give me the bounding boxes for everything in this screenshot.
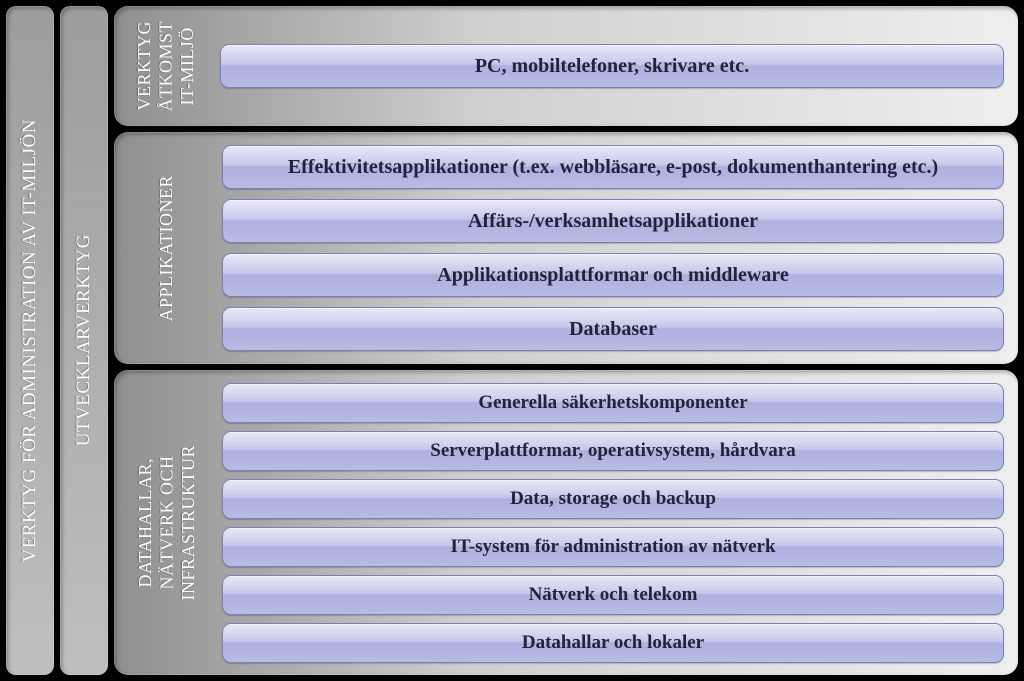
- item-server-platforms: Serverplattformar, operativsystem, hårdv…: [222, 431, 1004, 471]
- item-label: Serverplattformar, operativsystem, hårdv…: [430, 440, 796, 462]
- section-label-infrastructure: DATAHALLAR,NÄTVERK OCHINFRASTRUKTUR: [122, 380, 212, 665]
- item-label: Generella säkerhetskomponenter: [478, 392, 747, 414]
- item-data-storage: Data, storage och backup: [222, 479, 1004, 519]
- section-label-text: APPLIKATIONER: [156, 175, 178, 322]
- section-applications: APPLIKATIONER Effektivitetsapplikationer…: [114, 132, 1018, 364]
- item-label: IT-system för administration av nätverk: [450, 536, 775, 558]
- item-app-platforms: Applikationsplattformar och middleware: [222, 253, 1004, 297]
- item-network-admin: IT-system för administration av nätverk: [222, 527, 1004, 567]
- section-access: VERKTYGÅTKOMSTIT-MILJÖ PC, mobiltelefone…: [114, 6, 1018, 126]
- item-business-apps: Affärs-/verksamhetsapplikationer: [222, 199, 1004, 243]
- vertical-column-admin-tools: VERKTYG FÖR ADMINISTRATION AV IT-MILJÖN: [6, 6, 54, 675]
- section-content-applications: Effektivitetsapplikationer (t.ex. webblä…: [222, 142, 1004, 354]
- item-efficiency-apps: Effektivitetsapplikationer (t.ex. webblä…: [222, 145, 1004, 189]
- item-datacenters: Datahallar och lokaler: [222, 623, 1004, 663]
- section-label-access: VERKTYGÅTKOMSTIT-MILJÖ: [122, 16, 210, 116]
- item-databases: Databaser: [222, 307, 1004, 351]
- vertical-column-label: UTVECKLARVERKTYG: [73, 222, 95, 458]
- section-label-applications: APPLIKATIONER: [122, 142, 212, 354]
- item-label: Nätverk och telekom: [529, 584, 698, 606]
- diagram-canvas: VERKTYG FÖR ADMINISTRATION AV IT-MILJÖN …: [0, 0, 1024, 681]
- item-label: Affärs-/verksamhetsapplikationer: [468, 210, 758, 233]
- section-infrastructure: DATAHALLAR,NÄTVERK OCHINFRASTRUKTUR Gene…: [114, 370, 1018, 675]
- item-label: Datahallar och lokaler: [522, 632, 704, 654]
- item-pc-devices: PC, mobiltelefoner, skrivare etc.: [220, 44, 1004, 88]
- item-label: Databaser: [569, 318, 657, 341]
- item-label: Applikationsplattformar och middleware: [437, 264, 789, 287]
- section-label-text: VERKTYGÅTKOMSTIT-MILJÖ: [134, 21, 199, 112]
- item-label: Effektivitetsapplikationer (t.ex. webblä…: [288, 156, 938, 179]
- section-content-access: PC, mobiltelefoner, skrivare etc.: [220, 16, 1004, 116]
- item-label: Data, storage och backup: [510, 488, 716, 510]
- sections-stack: VERKTYGÅTKOMSTIT-MILJÖ PC, mobiltelefone…: [114, 6, 1018, 675]
- vertical-column-dev-tools: UTVECKLARVERKTYG: [60, 6, 108, 675]
- item-security-components: Generella säkerhetskomponenter: [222, 383, 1004, 423]
- item-network-telecom: Nätverk och telekom: [222, 575, 1004, 615]
- section-content-infrastructure: Generella säkerhetskomponenter Serverpla…: [222, 380, 1004, 665]
- item-label: PC, mobiltelefoner, skrivare etc.: [475, 55, 749, 78]
- section-label-text: DATAHALLAR,NÄTVERK OCHINFRASTRUKTUR: [135, 445, 200, 601]
- vertical-column-label: VERKTYG FÖR ADMINISTRATION AV IT-MILJÖN: [19, 107, 41, 575]
